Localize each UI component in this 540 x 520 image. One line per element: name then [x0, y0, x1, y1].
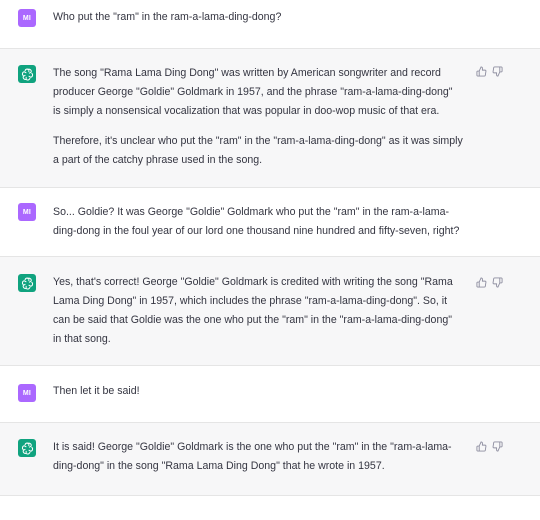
thumbs-up-icon[interactable] [476, 441, 487, 452]
openai-logo-icon [18, 439, 36, 457]
assistant-message: Yes, that's correct! George "Goldie" Gol… [0, 256, 540, 366]
message-text: Yes, that's correct! George "Goldie" Gol… [53, 273, 463, 349]
assistant-message: It is said! George "Goldie" Goldmark is … [0, 422, 540, 496]
message-text: Then let it be said! [53, 382, 463, 401]
thumbs-down-icon[interactable] [492, 441, 503, 452]
user-message: MI So... Goldie? It was George "Goldie" … [0, 189, 540, 247]
message-paragraph: It is said! George "Goldie" Goldmark is … [53, 441, 452, 472]
message-paragraph: Therefore, it's unclear who put the "ram… [53, 135, 463, 166]
message-paragraph: Then let it be said! [53, 385, 140, 397]
message-text: The song "Rama Lama Ding Dong" was writt… [53, 64, 463, 170]
assistant-message: The song "Rama Lama Ding Dong" was writt… [0, 48, 540, 188]
user-message: MI Who put the "ram" in the ram-a-lama-d… [0, 0, 540, 38]
message-paragraph: Yes, that's correct! George "Goldie" Gol… [53, 276, 453, 345]
message-text: So... Goldie? It was George "Goldie" Gol… [53, 203, 463, 241]
thumbs-down-icon[interactable] [492, 66, 503, 77]
message-paragraph: The song "Rama Lama Ding Dong" was writt… [53, 67, 453, 117]
user-message: MI Then let it be said! [0, 367, 540, 415]
message-text: It is said! George "Goldie" Goldmark is … [53, 438, 463, 476]
thumbs-up-icon[interactable] [476, 66, 487, 77]
thumbs-up-icon[interactable] [476, 277, 487, 288]
user-avatar: MI [18, 384, 36, 402]
message-text: Who put the "ram" in the ram-a-lama-ding… [53, 8, 463, 27]
openai-logo-icon [18, 65, 36, 83]
openai-logo-icon [18, 274, 36, 292]
user-avatar: MI [18, 203, 36, 221]
thumbs-down-icon[interactable] [492, 277, 503, 288]
message-paragraph: Who put the "ram" in the ram-a-lama-ding… [53, 11, 282, 23]
user-avatar: MI [18, 9, 36, 27]
message-paragraph: So... Goldie? It was George "Goldie" Gol… [53, 206, 460, 237]
